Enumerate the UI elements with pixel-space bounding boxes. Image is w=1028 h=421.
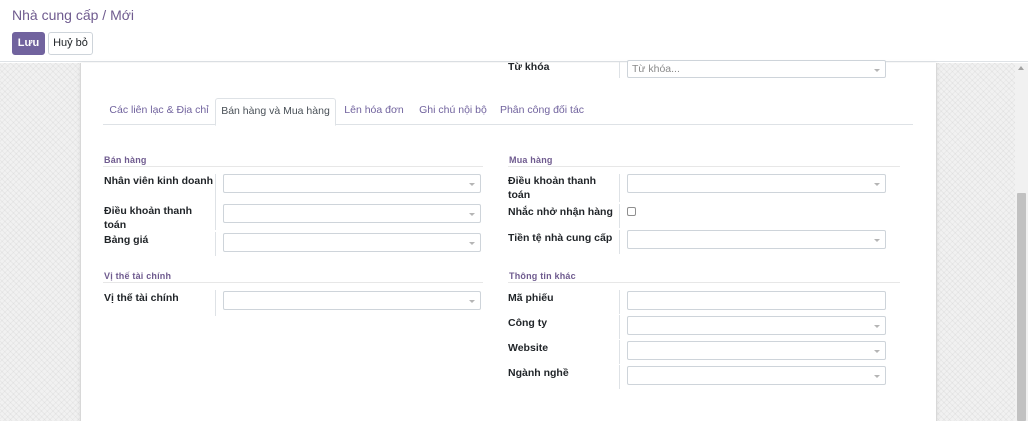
fiscal-position-select[interactable] bbox=[223, 291, 481, 310]
chevron-down-icon bbox=[874, 375, 880, 378]
keyword-select[interactable]: Từ khóa... bbox=[627, 60, 886, 78]
field-separator bbox=[619, 315, 620, 339]
chevron-down-icon bbox=[874, 350, 880, 353]
discard-button[interactable]: Huỷ bỏ bbox=[48, 32, 93, 55]
field-separator bbox=[619, 290, 620, 314]
supplier-currency-select[interactable] bbox=[627, 230, 886, 249]
breadcrumb-separator: / bbox=[98, 7, 111, 23]
website-label: Website bbox=[508, 342, 549, 354]
reference-label: Mã phiếu bbox=[508, 292, 554, 304]
field-separator bbox=[619, 174, 620, 202]
section-divider bbox=[103, 282, 483, 283]
chevron-down-icon bbox=[874, 69, 880, 72]
chevron-down-icon bbox=[469, 213, 475, 216]
pricelist-label: Bảng giá bbox=[104, 234, 149, 246]
industry-select[interactable] bbox=[627, 366, 886, 385]
tab-contacts-addresses[interactable]: Các liên lạc & Địa chỉ bbox=[103, 98, 215, 125]
field-separator bbox=[619, 365, 620, 389]
reference-input[interactable] bbox=[627, 291, 886, 310]
industry-label: Ngành nghề bbox=[508, 367, 569, 379]
field-separator bbox=[215, 174, 216, 206]
receipt-reminder-label: Nhắc nhở nhận hàng bbox=[508, 206, 613, 218]
keyword-label: Từ khóa bbox=[508, 61, 550, 73]
purchase-section-title: Mua hàng bbox=[509, 155, 553, 165]
scroll-up-icon[interactable] bbox=[1018, 66, 1024, 70]
company-label: Công ty bbox=[508, 317, 548, 329]
chevron-down-icon bbox=[469, 183, 475, 186]
pricelist-select[interactable] bbox=[223, 233, 481, 252]
sales-section-title: Bán hàng bbox=[104, 155, 147, 165]
field-separator bbox=[619, 230, 620, 254]
section-divider bbox=[508, 282, 900, 283]
website-select[interactable] bbox=[627, 341, 886, 360]
save-button[interactable]: Lưu bbox=[12, 32, 45, 55]
tab-sales-purchase[interactable]: Bán hàng và Mua hàng bbox=[215, 98, 336, 126]
keyword-placeholder: Từ khóa... bbox=[632, 63, 680, 75]
tab-partner-assignment[interactable]: Phân công đối tác bbox=[494, 98, 590, 125]
chevron-down-icon bbox=[874, 183, 880, 186]
breadcrumb-parent[interactable]: Nhà cung cấp bbox=[12, 7, 98, 23]
breadcrumb: Nhà cung cấp / Mới bbox=[12, 7, 134, 23]
salesperson-select[interactable] bbox=[223, 174, 481, 193]
tab-invoicing[interactable]: Lên hóa đơn bbox=[336, 98, 412, 125]
field-separator bbox=[619, 62, 620, 78]
receipt-reminder-checkbox[interactable] bbox=[627, 207, 636, 216]
salesperson-label: Nhân viên kinh doanh bbox=[104, 175, 214, 187]
field-separator bbox=[215, 232, 216, 256]
tab-internal-notes[interactable]: Ghi chú nội bộ bbox=[412, 98, 494, 125]
misc-section-title: Thông tin khác bbox=[509, 271, 576, 281]
sales-payment-terms-select[interactable] bbox=[223, 204, 481, 223]
field-separator bbox=[215, 206, 216, 230]
company-select[interactable] bbox=[627, 316, 886, 335]
fiscal-position-label: Vị thế tài chính bbox=[104, 292, 179, 304]
purchase-payment-terms-label: Điều khoản thanh toán bbox=[508, 175, 597, 201]
notebook-tabs: Các liên lạc & Địa chỉ Bán hàng và Mua h… bbox=[103, 98, 913, 126]
chevron-down-icon bbox=[469, 300, 475, 303]
field-separator bbox=[619, 204, 620, 228]
sales-payment-terms-label: Điều khoản thanh toán bbox=[104, 205, 193, 231]
breadcrumb-current: Mới bbox=[110, 7, 135, 23]
section-divider bbox=[103, 166, 483, 167]
field-separator bbox=[215, 290, 216, 316]
field-separator bbox=[619, 340, 620, 364]
control-panel: Nhà cung cấp / Mới Lưu Huỷ bỏ bbox=[0, 0, 1028, 62]
chevron-down-icon bbox=[874, 239, 880, 242]
purchase-payment-terms-select[interactable] bbox=[627, 174, 886, 193]
supplier-currency-label: Tiền tệ nhà cung cấp bbox=[508, 232, 613, 244]
section-divider bbox=[508, 166, 900, 167]
chevron-down-icon bbox=[874, 325, 880, 328]
chevron-down-icon bbox=[469, 242, 475, 245]
scrollbar-thumb[interactable] bbox=[1017, 193, 1026, 421]
fiscal-section-title: Vị thế tài chính bbox=[104, 271, 172, 281]
